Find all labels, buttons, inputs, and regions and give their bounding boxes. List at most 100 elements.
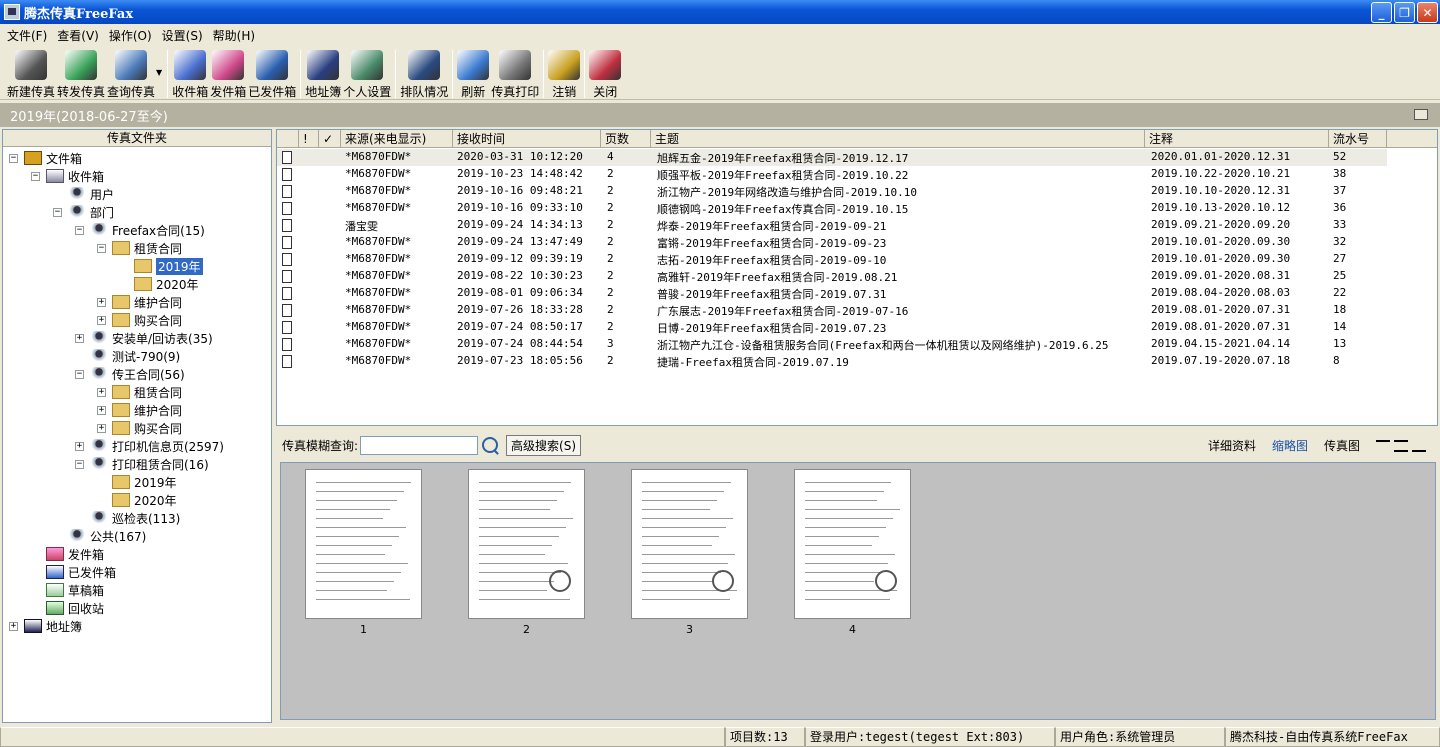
table-row[interactable]: *M6870FDW* 2019-07-24 08:44:54 3 浙江物产九江仓-设备… (277, 336, 1387, 353)
table-row[interactable]: *M6870FDW* 2019-07-24 08:50:17 2 日博-2019年Fr… (277, 319, 1387, 336)
tree-node[interactable]: + 租赁合同 (97, 383, 182, 401)
tree-node[interactable]: − Freefax合同(15) (75, 221, 205, 239)
tree-node[interactable]: 测试-790(9) (75, 347, 180, 365)
toolbar-button-1[interactable]: 转发传真 (57, 46, 105, 100)
tree-node[interactable]: 2019年 (97, 473, 177, 491)
menu-settings[interactable]: 设置(S) (157, 27, 208, 44)
table-row[interactable]: *M6870FDW* 2019-07-23 18:05:56 2 捷瑞-Freefax… (277, 353, 1387, 370)
column-header[interactable]: 来源(来电显示) (341, 130, 453, 148)
menu-file[interactable]: 文件(F) (2, 27, 52, 44)
toolbar-button-10[interactable]: 传真打印 (491, 46, 539, 100)
tree-node[interactable]: − 打印租赁合同(16) (75, 455, 209, 473)
table-row[interactable]: *M6870FDW* 2019-08-22 10:30:23 2 高雅轩-2019年F… (277, 268, 1387, 285)
tree-node[interactable]: − 传王合同(56) (75, 365, 185, 383)
menu-help[interactable]: 帮助(H) (208, 27, 260, 44)
expand-icon[interactable]: + (9, 621, 18, 631)
collapse-icon[interactable]: − (97, 243, 106, 253)
tree-node[interactable]: 2019年 (119, 257, 203, 275)
tab-thumbnails[interactable]: 缩略图 (1272, 437, 1308, 454)
column-header[interactable] (279, 130, 299, 148)
page-thumbnail[interactable] (794, 469, 911, 619)
tree-node[interactable]: 发件箱 (31, 545, 104, 563)
expand-icon[interactable]: + (97, 297, 106, 307)
page-thumbnail[interactable] (305, 469, 422, 619)
toolbar-button-3[interactable]: 收件箱 (172, 46, 208, 100)
move-bottom-icon[interactable] (1412, 440, 1426, 452)
tree-node[interactable]: + 购买合同 (97, 419, 182, 437)
tree-node[interactable]: 用户 (53, 185, 114, 203)
collapse-icon[interactable]: − (53, 207, 62, 217)
close-window-button[interactable]: ✕ (1417, 2, 1438, 23)
tree-node[interactable]: − 租赁合同 (97, 239, 182, 257)
column-header[interactable]: 接收时间 (453, 130, 601, 148)
page-thumbnail[interactable] (631, 469, 748, 619)
toolbar-button-0[interactable]: 新建传真 (7, 46, 55, 100)
page-thumbnail[interactable] (468, 469, 585, 619)
table-row[interactable]: *M6870FDW* 2019-10-16 09:33:10 2 顺德钢鸣-2019… (277, 200, 1387, 217)
collapse-icon[interactable]: − (75, 459, 84, 469)
expand-icon[interactable]: + (97, 387, 106, 397)
toolbar-button-7[interactable]: 个人设置 (343, 46, 391, 100)
restore-button[interactable]: ❐ (1394, 2, 1415, 23)
table-row[interactable]: *M6870FDW* 2019-10-23 14:48:42 2 顺强平板-2019年… (277, 166, 1387, 183)
lines-icon[interactable] (1394, 439, 1408, 452)
expand-icon[interactable]: + (75, 441, 84, 451)
advanced-search-button[interactable]: 高级搜索(S) (506, 434, 582, 456)
tree-node[interactable]: 草稿箱 (31, 581, 104, 599)
table-row[interactable]: 潘宝雯 2019-09-24 14:34:13 2 烨泰-2019年Freefax租赁… (277, 217, 1387, 234)
column-header[interactable]: 页数 (601, 130, 651, 148)
collapse-icon[interactable]: − (75, 369, 84, 379)
collapse-icon[interactable]: − (9, 153, 18, 163)
column-header[interactable]: 注释 (1145, 130, 1329, 148)
expand-icon[interactable]: + (75, 333, 84, 343)
tab-details[interactable]: 详细资料 (1208, 437, 1256, 454)
column-header[interactable]: ✓ (319, 130, 341, 148)
tree-node[interactable]: 回收站 (31, 599, 104, 617)
tree-node[interactable]: 巡检表(113) (75, 509, 180, 527)
table-row[interactable]: *M6870FDW* 2019-08-01 09:06:34 2 普骏-2019年Fr… (277, 285, 1387, 302)
tree-node[interactable]: + 维护合同 (97, 401, 182, 419)
tree-node[interactable]: − 部门 (53, 203, 114, 221)
move-top-icon[interactable] (1376, 439, 1390, 452)
search-input[interactable] (360, 435, 479, 455)
tree-node[interactable]: 公共(167) (53, 527, 146, 545)
collapse-icon[interactable]: − (75, 225, 84, 235)
column-header[interactable]: 流水号 (1329, 130, 1387, 148)
tree-node[interactable]: + 打印机信息页(2597) (75, 437, 224, 455)
tree-node[interactable]: + 安装单/回访表(35) (75, 329, 213, 347)
expand-icon[interactable]: + (97, 405, 106, 415)
toolbar-button-2[interactable]: 查询传真 (107, 46, 155, 100)
tree-node[interactable]: + 购买合同 (97, 311, 182, 329)
menu-operate[interactable]: 操作(O) (104, 27, 157, 44)
toolbar-button-8[interactable]: 排队情况 (400, 46, 448, 100)
tree-node[interactable]: − 文件箱 (9, 149, 82, 167)
tree-node[interactable]: − 收件箱 (31, 167, 104, 185)
tree-node[interactable]: 2020年 (119, 275, 199, 293)
search-icon[interactable] (482, 437, 499, 453)
table-row[interactable]: *M6870FDW* 2019-09-24 13:47:49 2 富锵-2019年Fr… (277, 234, 1387, 251)
tree-node[interactable]: 2020年 (97, 491, 177, 509)
toolbar-button-9[interactable]: 刷新 (457, 46, 490, 100)
folder-icon[interactable] (1414, 109, 1428, 120)
column-header[interactable]: 主题 (651, 130, 1145, 148)
column-header[interactable]: ! (299, 130, 319, 148)
menu-view[interactable]: 查看(V) (52, 27, 104, 44)
collapse-icon[interactable]: − (31, 171, 40, 181)
tree-node[interactable]: + 维护合同 (97, 293, 182, 311)
toolbar-button-6[interactable]: 地址簿 (305, 46, 341, 100)
toolbar-button-5[interactable]: 已发件箱 (248, 46, 296, 100)
expand-icon[interactable]: + (97, 315, 106, 325)
tree-node[interactable]: + 地址簿 (9, 617, 82, 635)
toolbar-button-11[interactable]: 注销 (548, 46, 581, 100)
toolbar-button-12[interactable]: 关闭 (589, 46, 622, 100)
table-row[interactable]: *M6870FDW* 2019-09-12 09:39:19 2 志拓-2019年Fr… (277, 251, 1387, 268)
table-row[interactable]: *M6870FDW* 2020-03-31 10:12:20 4 旭辉五金-2019… (277, 149, 1387, 166)
tab-fax-image[interactable]: 传真图 (1324, 437, 1360, 454)
table-row[interactable]: *M6870FDW* 2019-07-26 18:33:28 2 广东展志-2019年… (277, 302, 1387, 319)
toolbar-button-4[interactable]: 发件箱 (210, 46, 246, 100)
tree-node[interactable]: 已发件箱 (31, 563, 116, 581)
dropdown-arrow-icon[interactable]: ▼ (156, 68, 162, 77)
minimize-button[interactable]: _ (1371, 2, 1392, 23)
expand-icon[interactable]: + (97, 423, 106, 433)
table-row[interactable]: *M6870FDW* 2019-10-16 09:48:21 2 浙江物产-2019… (277, 183, 1387, 200)
